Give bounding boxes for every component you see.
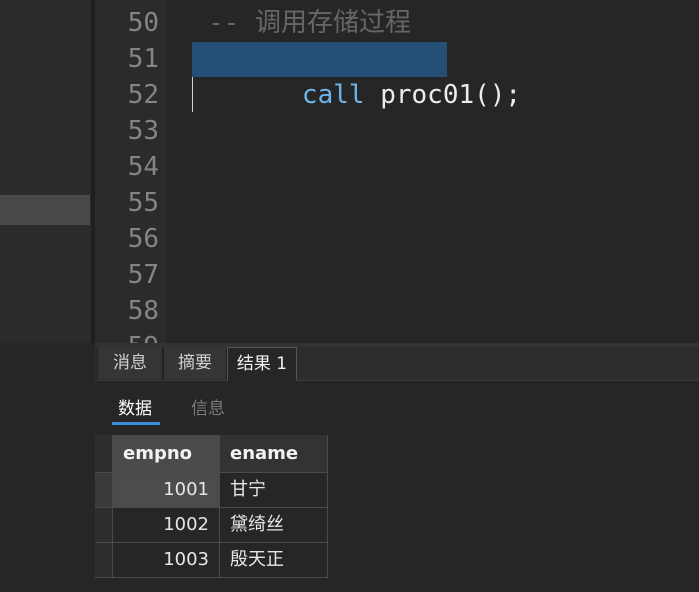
row-header[interactable] xyxy=(95,543,113,578)
code-line-call[interactable]: call proc01(); xyxy=(208,41,521,110)
tab-messages[interactable]: 消息 xyxy=(97,347,163,379)
sql-keyword: call xyxy=(301,80,365,110)
procedure-call: proc01(); xyxy=(364,80,522,110)
object-list-selected-item[interactable] xyxy=(0,195,90,225)
object-list-pane[interactable] xyxy=(0,0,91,343)
app-window: 50 51 52 53 54 55 56 57 58 59 -- 调用存储过程 … xyxy=(0,0,699,592)
tab-summary[interactable]: 摘要 xyxy=(163,347,227,379)
tab-result-1[interactable]: 结果 1 xyxy=(227,347,297,381)
line-number: 59 xyxy=(99,329,159,343)
line-number: 52 xyxy=(127,80,159,110)
subtab-info[interactable]: 信息 xyxy=(191,395,225,423)
line-number: 58 xyxy=(127,296,159,326)
table-cell-ename[interactable]: 殷天正 xyxy=(220,543,328,578)
code-comment[interactable]: -- 调用存储过程 xyxy=(208,5,411,41)
table-cell-ename[interactable]: 甘宁 xyxy=(220,473,328,508)
subtab-data[interactable]: 数据 xyxy=(118,395,152,423)
table-cell-ename[interactable]: 黛绮丝 xyxy=(220,508,328,543)
grid-corner[interactable] xyxy=(95,435,113,473)
row-header[interactable] xyxy=(95,508,113,543)
line-number: 50 xyxy=(127,8,159,38)
table-cell-empno[interactable]: 1003 xyxy=(113,543,220,578)
row-header[interactable] xyxy=(95,473,113,508)
line-number-gutter: 50 51 52 53 54 55 56 57 58 59 xyxy=(95,0,167,343)
sql-editor[interactable]: 50 51 52 53 54 55 56 57 58 59 -- 调用存储过程 … xyxy=(95,0,699,343)
table-cell-empno[interactable]: 1002 xyxy=(113,508,220,543)
line-number: 57 xyxy=(127,260,159,290)
line-number: 54 xyxy=(127,152,159,182)
active-subtab-indicator xyxy=(112,422,160,425)
line-number: 55 xyxy=(127,188,159,218)
line-number: 56 xyxy=(127,224,159,254)
column-header-ename[interactable]: ename xyxy=(220,435,328,473)
bottom-left-area xyxy=(0,343,95,592)
line-number: 51 xyxy=(127,44,159,74)
text-cursor xyxy=(192,77,193,112)
line-number: 53 xyxy=(127,116,159,146)
table-cell-empno[interactable]: 1001 xyxy=(113,473,220,508)
column-header-empno[interactable]: empno xyxy=(113,435,220,473)
result-tabbar: 消息 摘要 结果 1 xyxy=(95,347,699,381)
